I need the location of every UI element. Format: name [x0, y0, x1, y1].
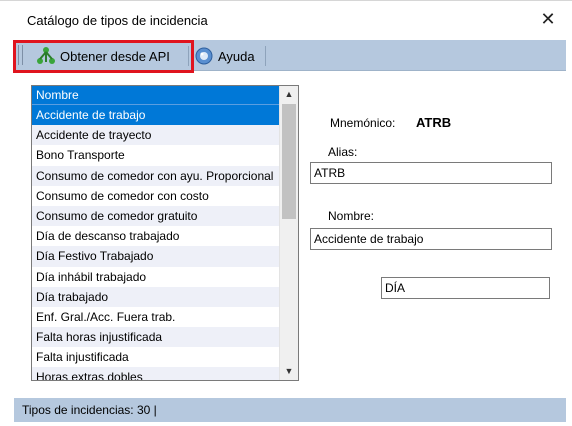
list-item[interactable]: Falta injustificada: [32, 347, 280, 367]
scroll-thumb[interactable]: [282, 104, 296, 219]
get-from-api-button[interactable]: Obtener desde API: [36, 44, 170, 68]
incident-type-list[interactable]: Nombre Accidente de trabajo Accidente de …: [31, 85, 299, 381]
window-title: Catálogo de tipos de incidencia: [27, 13, 208, 28]
list-item[interactable]: Día inhábil trabajado: [32, 267, 280, 287]
help-globe-icon: [195, 47, 213, 65]
list-header-nombre[interactable]: Nombre: [32, 86, 280, 105]
list-item[interactable]: Accidente de trabajo: [32, 105, 280, 126]
list-item[interactable]: Consumo de comedor con costo: [32, 186, 280, 206]
unit-field[interactable]: DÍA: [381, 277, 550, 299]
scroll-up-arrow-icon[interactable]: ▲: [280, 86, 298, 103]
list-item[interactable]: Bono Transporte: [32, 145, 280, 165]
vertical-scrollbar[interactable]: ▲ ▼: [279, 86, 298, 380]
list-item[interactable]: Accidente de trayecto: [32, 125, 280, 146]
status-bar: Tipos de incidencias: 30 |: [14, 398, 566, 422]
name-field[interactable]: Accidente de trabajo: [310, 228, 552, 250]
close-icon[interactable]: ✕: [538, 10, 558, 30]
alias-label: Alias:: [328, 145, 358, 159]
incident-count-status: Tipos de incidencias: 30 |: [22, 403, 157, 417]
list-item[interactable]: Día trabajado: [32, 286, 280, 307]
list-item[interactable]: Día de descanso trabajado: [32, 226, 280, 246]
mnemonic-label: Mnemónico:: [330, 116, 396, 130]
toolbar-separator: [265, 46, 266, 66]
list-item[interactable]: Consumo de comedor gratuito: [32, 205, 280, 227]
toolbar-grip[interactable]: [18, 45, 23, 65]
title-bar: Catálogo de tipos de incidencia ✕: [0, 0, 572, 40]
toolbar-separator: [188, 46, 189, 66]
get-from-api-label: Obtener desde API: [60, 48, 170, 64]
network-tree-icon: [37, 47, 55, 64]
list-item[interactable]: Día Festivo Trabajado: [32, 246, 280, 267]
help-button[interactable]: Ayuda: [194, 44, 255, 68]
help-label: Ayuda: [218, 48, 255, 64]
list-item[interactable]: Enf. Gral./Acc. Fuera trab.: [32, 307, 280, 327]
mnemonic-value: ATRB: [416, 115, 452, 130]
scroll-down-arrow-icon[interactable]: ▼: [280, 363, 298, 380]
list-item[interactable]: Horas extras dobles: [32, 367, 280, 380]
alias-field[interactable]: ATRB: [310, 162, 552, 184]
name-label: Nombre:: [328, 209, 375, 223]
list-item[interactable]: Falta horas injustificada: [32, 327, 280, 348]
list-item[interactable]: Consumo de comedor con ayu. Proporcional: [32, 165, 280, 186]
